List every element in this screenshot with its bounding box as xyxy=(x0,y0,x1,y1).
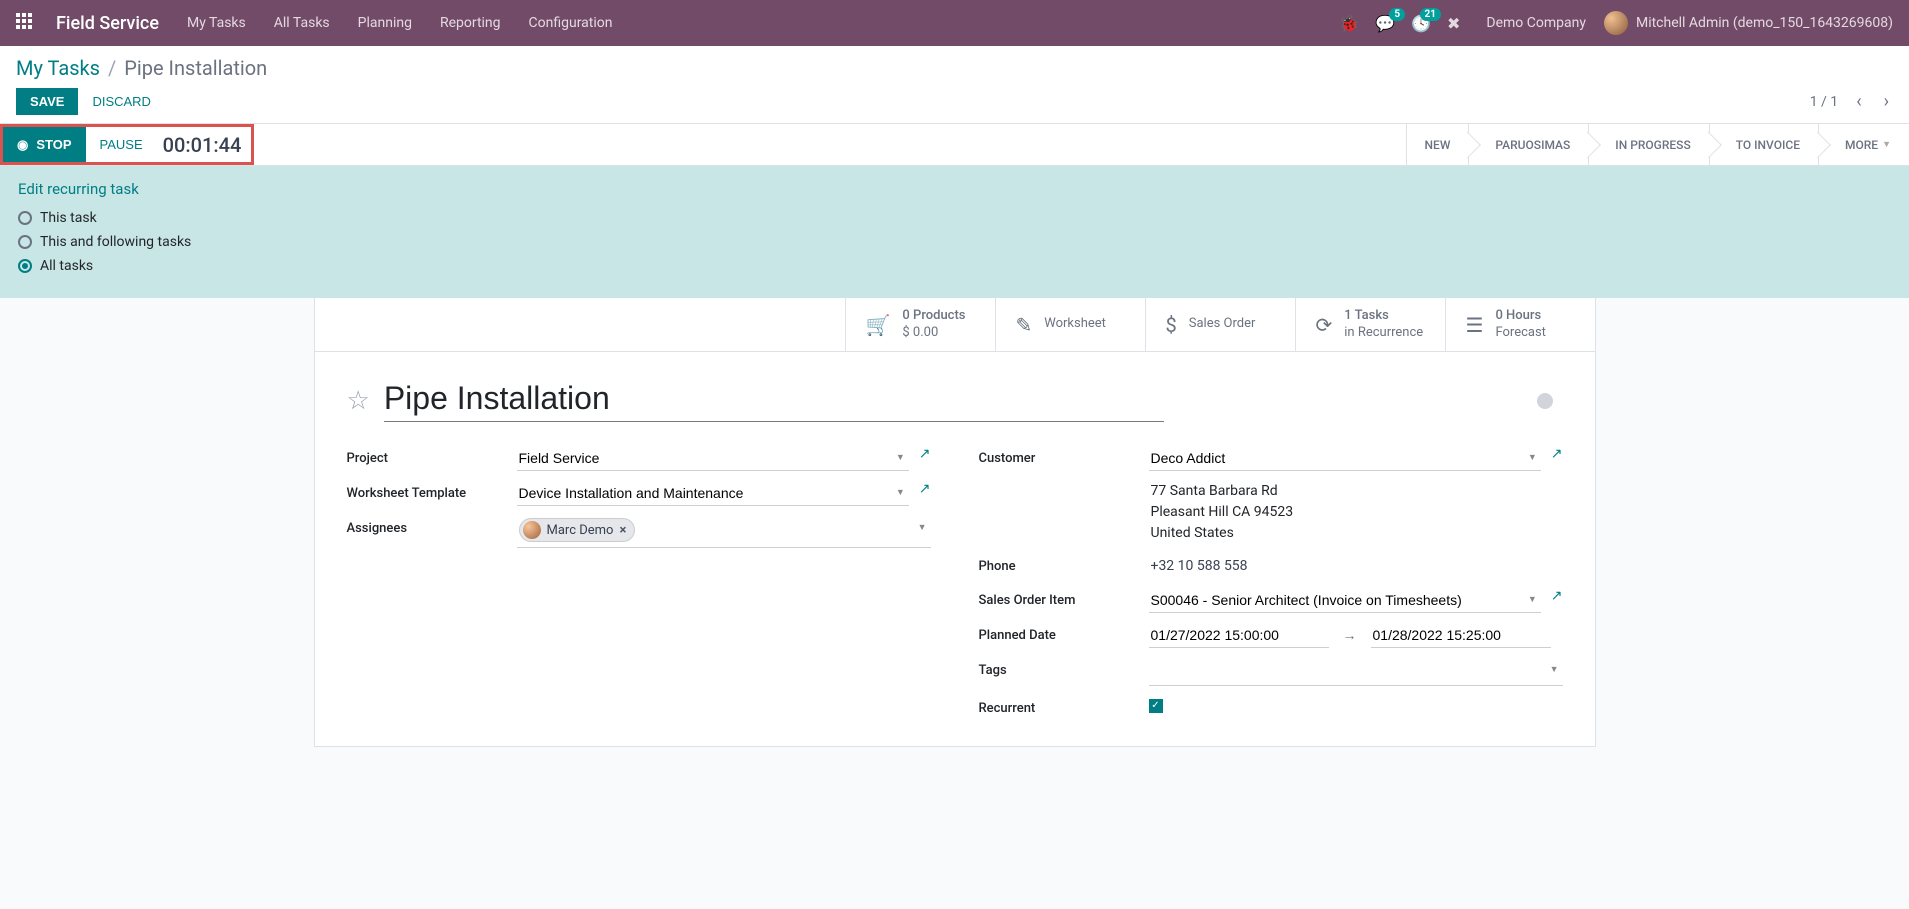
project-input[interactable] xyxy=(517,446,909,471)
nav-planning[interactable]: Planning xyxy=(358,15,412,31)
activities-badge: 21 xyxy=(1420,8,1441,21)
external-link-icon[interactable]: ↗ xyxy=(919,446,931,462)
customer-address: 77 Santa Barbara Rd Pleasant Hill CA 945… xyxy=(1149,481,1563,544)
radio-icon xyxy=(18,235,32,249)
tools-icon[interactable]: ✖ xyxy=(1447,14,1460,33)
label-planned-date: Planned Date xyxy=(979,623,1149,643)
stage-new[interactable]: NEW xyxy=(1406,124,1469,165)
label-worksheet-template: Worksheet Template xyxy=(347,481,517,501)
label-recurrent: Recurrent xyxy=(979,696,1149,716)
label-phone: Phone xyxy=(979,554,1149,574)
radio-all-tasks[interactable]: All tasks xyxy=(18,258,1891,274)
label-project: Project xyxy=(347,446,517,466)
save-button[interactable]: SAVE xyxy=(16,88,78,115)
debug-icon[interactable]: 🐞 xyxy=(1339,14,1359,33)
assignee-chip: Marc Demo × xyxy=(519,518,636,542)
planned-date-from[interactable] xyxy=(1149,623,1329,648)
stat-forecast[interactable]: ☰ 0 Hours Forecast xyxy=(1445,298,1595,351)
nav-my-tasks[interactable]: My Tasks xyxy=(187,15,246,31)
radio-this-and-following[interactable]: This and following tasks xyxy=(18,234,1891,250)
company-switcher[interactable]: Demo Company xyxy=(1486,15,1586,31)
radio-icon xyxy=(18,259,32,273)
messages-icon[interactable]: 💬5 xyxy=(1375,14,1395,33)
activities-icon[interactable]: 🕓21 xyxy=(1411,14,1431,33)
arrow-right-icon: → xyxy=(1343,627,1357,644)
timer-display: 00:01:44 xyxy=(157,133,252,157)
external-link-icon[interactable]: ↗ xyxy=(1551,446,1563,462)
label-assignees: Assignees xyxy=(347,516,517,536)
recurrent-checkbox[interactable] xyxy=(1149,699,1163,713)
discard-button[interactable]: DISCARD xyxy=(92,94,151,109)
recurring-title: Edit recurring task xyxy=(18,180,1891,198)
label-sales-order-item: Sales Order Item xyxy=(979,588,1149,608)
status-bar: ◉ STOP PAUSE 00:01:44 NEW PARUOSIMAS IN … xyxy=(0,124,1909,166)
pager-text: 1 / 1 xyxy=(1810,94,1838,110)
worksheet-template-input[interactable] xyxy=(517,481,909,506)
user-menu[interactable]: Mitchell Admin (demo_150_1643269608) xyxy=(1604,11,1893,35)
stage-to-invoice[interactable]: TO INVOICE xyxy=(1709,124,1818,165)
chevron-down-icon: ▼ xyxy=(1550,664,1559,675)
tags-field[interactable]: ▼ xyxy=(1149,658,1563,686)
stop-button[interactable]: ◉ STOP xyxy=(3,127,86,162)
control-panel: My Tasks / Pipe Installation SAVE DISCAR… xyxy=(0,46,1909,124)
customer-input[interactable] xyxy=(1149,446,1541,471)
stop-icon: ◉ xyxy=(17,137,28,153)
priority-indicator[interactable] xyxy=(1537,393,1553,409)
breadcrumb-sep: / xyxy=(108,56,116,80)
remove-chip-icon[interactable]: × xyxy=(619,523,626,538)
nav-reporting[interactable]: Reporting xyxy=(440,15,501,31)
pager-prev-icon[interactable]: ‹ xyxy=(1852,91,1865,112)
timer-block: ◉ STOP PAUSE 00:01:44 xyxy=(0,124,254,165)
radio-icon xyxy=(18,211,32,225)
stat-worksheet[interactable]: ✎ Worksheet xyxy=(995,298,1145,351)
stat-sales-order[interactable]: $ Sales Order xyxy=(1145,298,1295,351)
breadcrumb-current: Pipe Installation xyxy=(124,56,267,80)
stage-in-progress[interactable]: IN PROGRESS xyxy=(1588,124,1708,165)
task-title-input[interactable] xyxy=(384,380,1164,422)
external-link-icon[interactable]: ↗ xyxy=(1551,588,1563,604)
assignees-field[interactable]: Marc Demo × ▼ xyxy=(517,516,931,548)
avatar xyxy=(523,521,541,539)
form-sheet: 🛒 0 Products $ 0.00 ✎ Worksheet $ Sales … xyxy=(314,298,1596,747)
label-customer: Customer xyxy=(979,446,1149,466)
user-avatar xyxy=(1604,11,1628,35)
external-link-icon[interactable]: ↗ xyxy=(919,481,931,497)
recurring-banner: Edit recurring task This task This and f… xyxy=(0,166,1909,298)
nav-all-tasks[interactable]: All Tasks xyxy=(274,15,330,31)
favorite-star-icon[interactable]: ☆ xyxy=(347,386,370,416)
breadcrumb-parent[interactable]: My Tasks xyxy=(16,56,100,80)
top-navbar: Field Service My Tasks All Tasks Plannin… xyxy=(0,0,1909,46)
pencil-icon: ✎ xyxy=(1016,313,1033,337)
refresh-icon: ⟳ xyxy=(1316,313,1333,337)
stage-more[interactable]: MORE▼ xyxy=(1818,124,1909,165)
apps-menu-icon[interactable] xyxy=(16,13,36,33)
app-brand[interactable]: Field Service xyxy=(56,13,159,34)
user-name: Mitchell Admin (demo_150_1643269608) xyxy=(1636,15,1893,31)
stat-recurrence[interactable]: ⟳ 1 Tasks in Recurrence xyxy=(1295,298,1445,351)
chevron-down-icon: ▼ xyxy=(1882,139,1891,150)
pager-next-icon[interactable]: › xyxy=(1880,91,1893,112)
cart-icon: 🛒 xyxy=(866,313,891,337)
pause-button[interactable]: PAUSE xyxy=(86,137,157,152)
dollar-icon: $ xyxy=(1166,313,1177,337)
sales-order-item-input[interactable] xyxy=(1149,588,1541,613)
form-col-left: Project ▼ ↗ Worksheet Template ▼ ↗ xyxy=(347,446,931,726)
stage-paruosimas[interactable]: PARUOSIMAS xyxy=(1468,124,1588,165)
stat-bar: 🛒 0 Products $ 0.00 ✎ Worksheet $ Sales … xyxy=(315,298,1595,352)
form-col-right: Customer ▼ ↗ 77 Santa Barbara Rd Pleasan… xyxy=(979,446,1563,726)
messages-badge: 5 xyxy=(1389,8,1405,21)
breadcrumb: My Tasks / Pipe Installation xyxy=(16,56,1893,80)
stat-products[interactable]: 🛒 0 Products $ 0.00 xyxy=(845,298,995,351)
chevron-down-icon: ▼ xyxy=(918,522,927,533)
label-tags: Tags xyxy=(979,658,1149,678)
nav-configuration[interactable]: Configuration xyxy=(529,15,613,31)
stage-bar: NEW PARUOSIMAS IN PROGRESS TO INVOICE MO… xyxy=(1406,124,1909,165)
list-icon: ☰ xyxy=(1466,313,1484,337)
phone-value: +32 10 588 558 xyxy=(1149,554,1563,578)
radio-this-task[interactable]: This task xyxy=(18,210,1891,226)
planned-date-to[interactable] xyxy=(1371,623,1551,648)
